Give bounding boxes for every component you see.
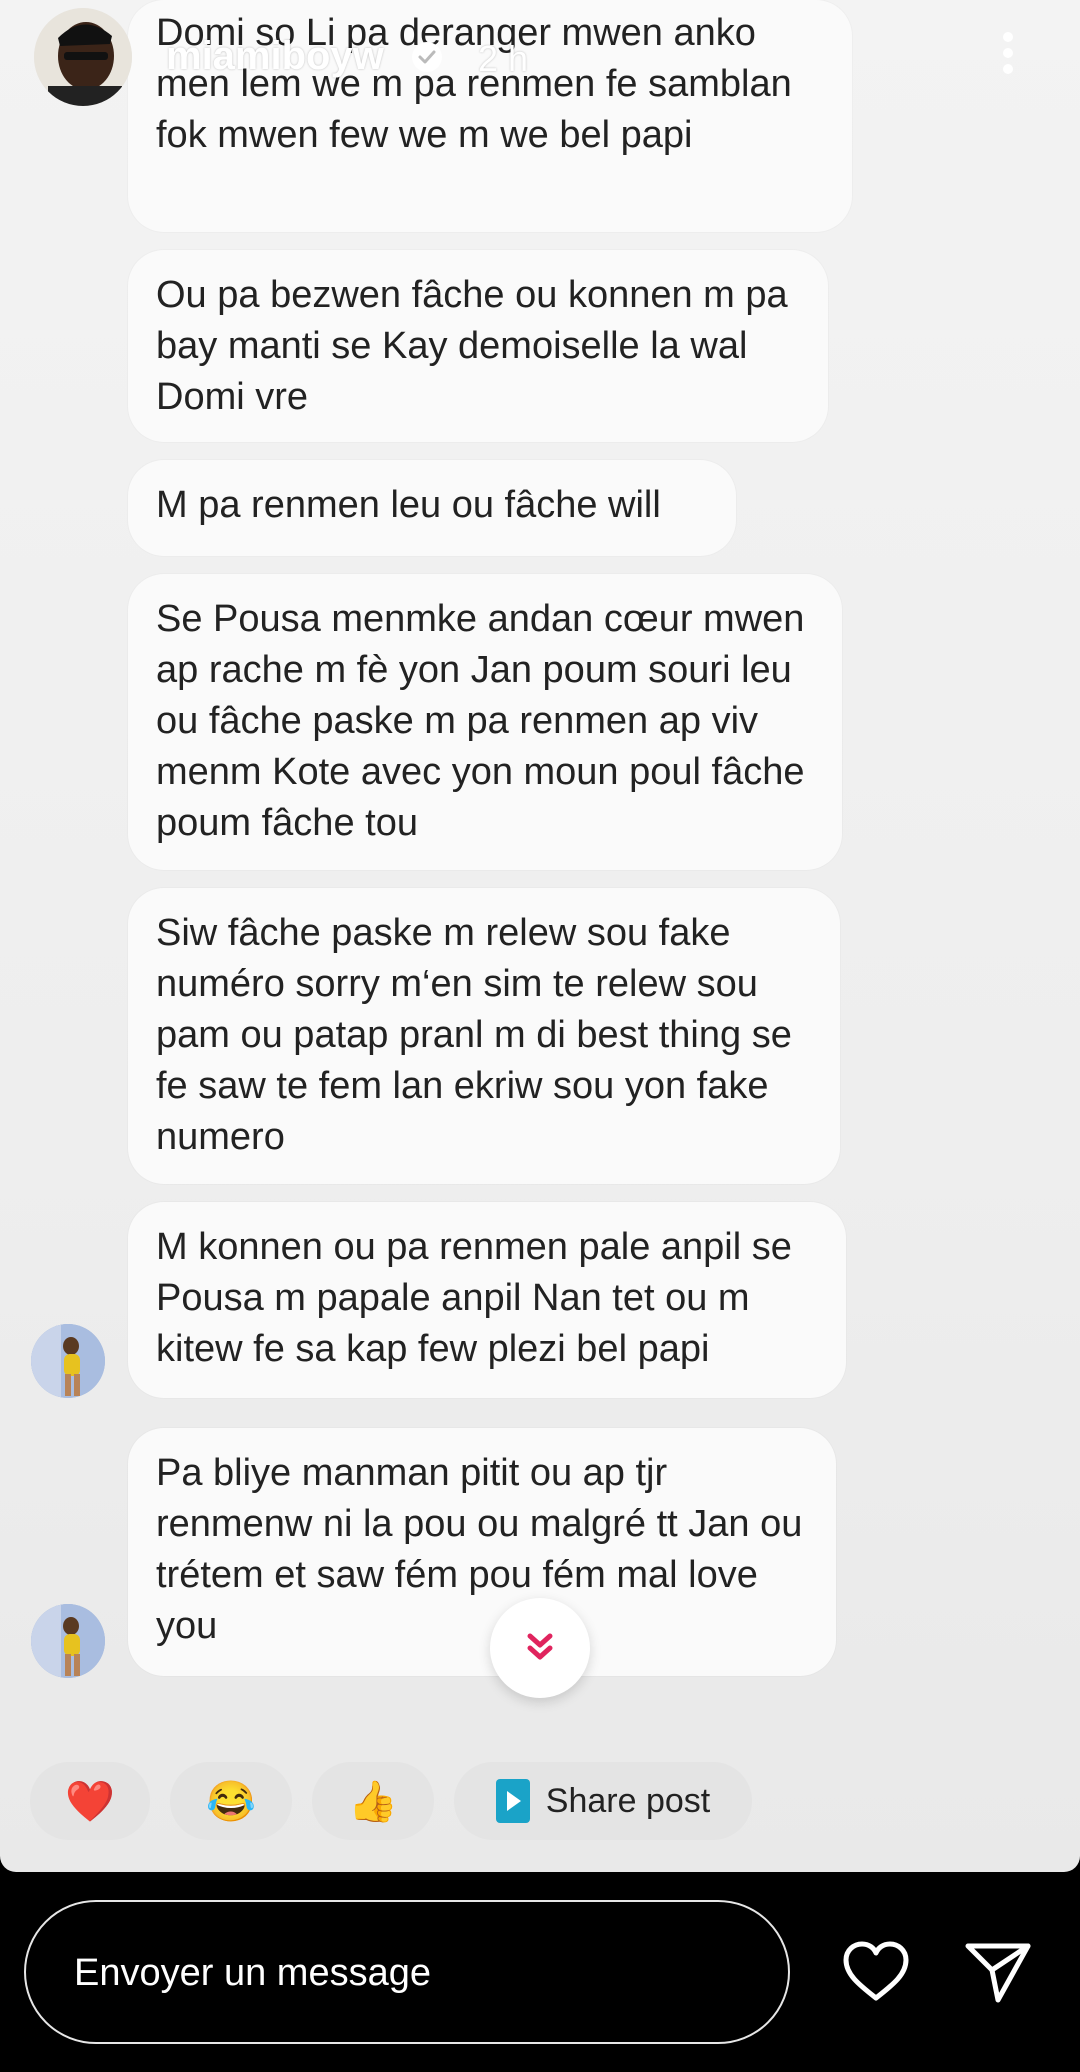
profile-avatar[interactable] [34, 8, 132, 106]
sender-avatar [31, 1324, 105, 1398]
play-icon [495, 1779, 530, 1823]
like-button[interactable] [836, 1932, 916, 2012]
more-options-button[interactable] [996, 28, 1020, 82]
sender-avatar [31, 1604, 105, 1678]
reaction-laugh-button[interactable]: 😂 [170, 1762, 292, 1840]
message-text: Se Pousa menmke andan cœur mwen ap rache… [156, 598, 805, 844]
message-bubble: Se Pousa menmke andan cœur mwen ap rache… [128, 574, 842, 870]
message-input[interactable] [72, 1902, 746, 2044]
reaction-heart-button[interactable]: ❤️ [30, 1762, 150, 1840]
send-icon [965, 1943, 1031, 2003]
story-header: miamiboyw 2 h [0, 0, 1080, 110]
post-time: 2 h [478, 38, 529, 79]
message-bubble: M konnen ou pa renmen pale anpil se Pous… [128, 1202, 846, 1398]
message-input-wrapper[interactable] [24, 1900, 790, 2044]
story-frame: Domi so Li pa deranger mwen anko men lem… [0, 0, 1080, 1872]
message-bubble: Pa bliye manman pitit ou ap tjr renmenw … [128, 1428, 836, 1676]
message-bubble: Ou pa bezwen fâche ou konnen m pa bay ma… [128, 250, 828, 442]
send-button[interactable] [958, 1932, 1038, 2012]
message-text: M pa renmen leu ou fâche will [156, 484, 661, 526]
message-bubble: M pa renmen leu ou fâche will [128, 460, 736, 556]
chevron-double-down-icon [527, 1633, 553, 1660]
message-text: Pa bliye manman pitit ou ap tjr renmenw … [156, 1452, 803, 1647]
laughing-emoji-icon: 😂 [206, 1779, 256, 1824]
more-options-dot [1003, 48, 1013, 58]
message-text: Ou pa bezwen fâche ou konnen m pa bay ma… [156, 274, 788, 418]
message-bubble: Siw fâche paske m relew sou fake numéro … [128, 888, 840, 1184]
heart-emoji-icon: ❤️ [65, 1779, 115, 1824]
composer-bar [0, 1872, 1080, 2072]
more-options-icon [1003, 32, 1013, 42]
message-text: M konnen ou pa renmen pale anpil se Pous… [156, 1226, 792, 1370]
share-post-label: Share post [545, 1781, 711, 1820]
thumbs-up-emoji-icon: 👍 [348, 1779, 398, 1824]
username[interactable]: miamiboyw [166, 34, 384, 79]
sender-avatar-image [31, 1324, 105, 1398]
reaction-thumbs-up-button[interactable]: 👍 [312, 1762, 434, 1840]
heart-icon [843, 1941, 909, 2001]
verified-badge-icon [412, 42, 442, 72]
share-post-button[interactable]: Share post [454, 1762, 752, 1840]
message-text: Siw fâche paske m relew sou fake numéro … [156, 912, 792, 1158]
scroll-down-button[interactable] [490, 1598, 590, 1698]
sender-avatar-image [31, 1604, 105, 1678]
profile-avatar-image [34, 8, 132, 106]
more-options-dot [1003, 64, 1013, 74]
